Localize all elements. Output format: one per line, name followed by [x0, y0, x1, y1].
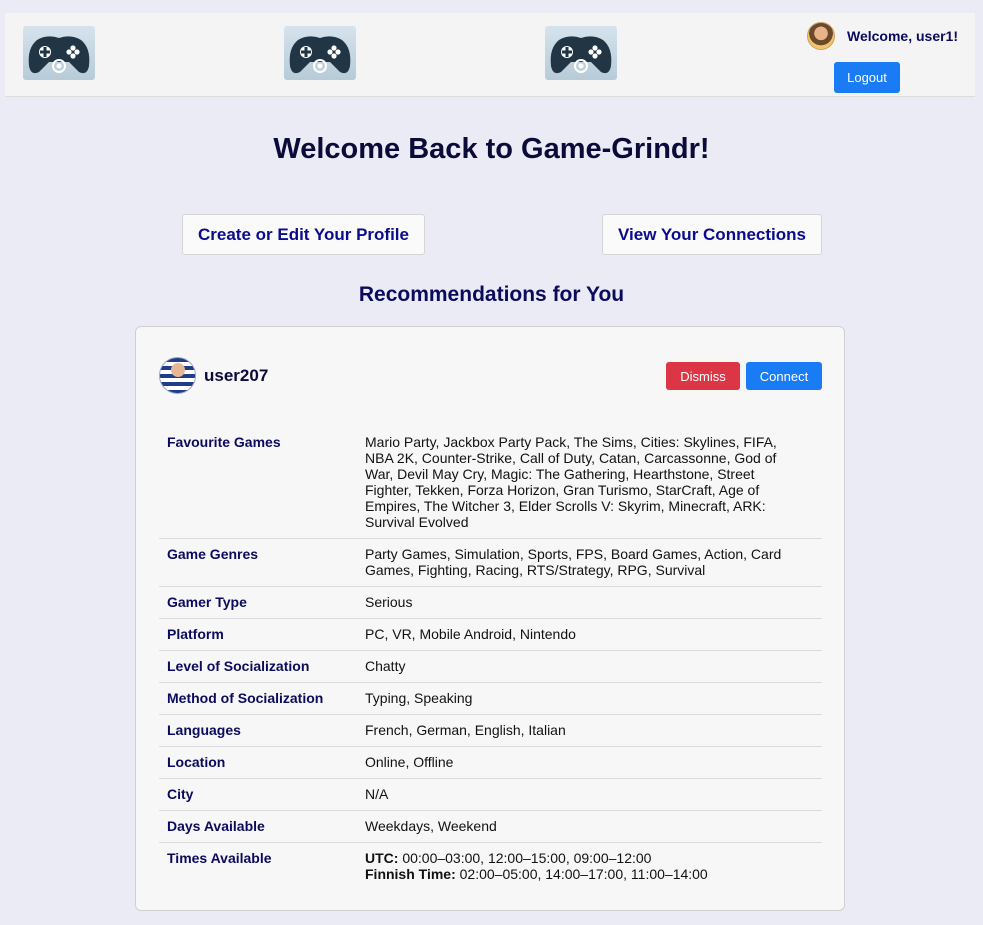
detail-row-city: City N/A: [159, 779, 822, 811]
page-title: Welcome Back to Game-Grindr!: [273, 133, 710, 165]
detail-value: Party Games, Simulation, Sports, FPS, Bo…: [365, 546, 782, 578]
detail-label: Level of Socialization: [167, 658, 310, 674]
detail-label: Days Available: [167, 818, 265, 834]
detail-value: French, German, English, Italian: [365, 722, 566, 738]
local-times: Finnish Time: 02:00–05:00, 14:00–17:00, …: [365, 866, 802, 882]
local-times-value: 02:00–05:00, 14:00–17:00, 11:00–14:00: [455, 866, 708, 882]
utc-label: UTC:: [365, 850, 399, 866]
detail-value: Mario Party, Jackbox Party Pack, The Sim…: [365, 434, 777, 530]
detail-row-languages: Languages French, German, English, Itali…: [159, 715, 822, 747]
detail-row-times-available: Times Available UTC: 00:00–03:00, 12:00–…: [159, 843, 822, 891]
detail-label: Method of Socialization: [167, 690, 324, 706]
detail-label: Gamer Type: [167, 594, 247, 610]
detail-label: Languages: [167, 722, 241, 738]
gamepad-logo-icon[interactable]: [23, 26, 95, 80]
detail-label: Location: [167, 754, 226, 770]
utc-times: UTC: 00:00–03:00, 12:00–15:00, 09:00–12:…: [365, 850, 802, 866]
recommendations-title: Recommendations for You: [358, 283, 625, 306]
detail-label: Times Available: [167, 850, 272, 866]
detail-row-platform: Platform PC, VR, Mobile Android, Nintend…: [159, 619, 822, 651]
detail-label: City: [167, 786, 194, 802]
detail-row-game-genres: Game Genres Party Games, Simulation, Spo…: [159, 539, 822, 587]
gamepad-logo-icon[interactable]: [284, 26, 356, 80]
edit-profile-button[interactable]: Create or Edit Your Profile: [182, 214, 425, 255]
detail-row-level-of-socialization: Level of Socialization Chatty: [159, 651, 822, 683]
recommendation-card: user207 Dismiss Connect Favourite Games …: [135, 326, 845, 911]
welcome-user-text: Welcome, user1!: [847, 28, 959, 44]
recommended-username: user207: [204, 366, 269, 385]
detail-value: Online, Offline: [365, 754, 454, 770]
dismiss-button[interactable]: Dismiss: [666, 362, 740, 390]
detail-label: Game Genres: [167, 546, 259, 562]
detail-row-days-available: Days Available Weekdays, Weekend: [159, 811, 822, 843]
logout-button[interactable]: Logout: [834, 62, 900, 93]
detail-value: Weekdays, Weekend: [365, 818, 497, 834]
detail-label: Favourite Games: [167, 434, 281, 450]
detail-row-method-of-socialization: Method of Socialization Typing, Speaking: [159, 683, 822, 715]
detail-value: N/A: [365, 786, 389, 802]
connect-button[interactable]: Connect: [746, 362, 822, 390]
times-available-value: UTC: 00:00–03:00, 12:00–15:00, 09:00–12:…: [365, 843, 822, 891]
view-connections-button[interactable]: View Your Connections: [602, 214, 822, 255]
gamepad-logo-icon[interactable]: [545, 26, 617, 80]
profile-details-table: Favourite Games Mario Party, Jackbox Par…: [159, 427, 822, 890]
local-time-label: Finnish Time:: [365, 866, 456, 882]
detail-row-gamer-type: Gamer Type Serious: [159, 587, 822, 619]
detail-label: Platform: [167, 626, 224, 642]
detail-value: Chatty: [365, 658, 406, 674]
detail-row-favourite-games: Favourite Games Mario Party, Jackbox Par…: [159, 427, 822, 539]
navbar: Welcome, user1! Logout: [5, 13, 975, 97]
utc-times-value: 00:00–03:00, 12:00–15:00, 09:00–12:00: [398, 850, 652, 866]
detail-value: Typing, Speaking: [365, 690, 473, 706]
detail-value: Serious: [365, 594, 413, 610]
avatar[interactable]: [807, 22, 835, 50]
detail-row-location: Location Online, Offline: [159, 747, 822, 779]
detail-value: PC, VR, Mobile Android, Nintendo: [365, 626, 576, 642]
avatar[interactable]: [159, 357, 196, 394]
